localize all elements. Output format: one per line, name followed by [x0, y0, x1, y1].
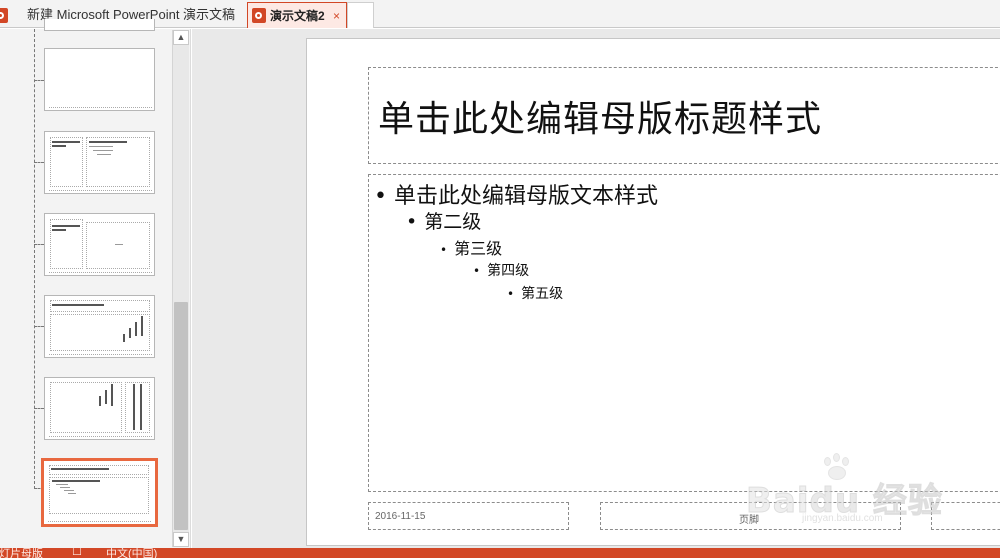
thumb-text-line [56, 484, 68, 485]
powerpoint-icon [252, 8, 266, 23]
new-tab-button[interactable] [347, 2, 374, 28]
thumb-text-line [111, 384, 113, 406]
thumb-text-line [105, 390, 107, 404]
bullet-dot-icon: • [406, 211, 418, 233]
thumb-text-line [52, 225, 80, 227]
bullet-dot-icon: • [507, 287, 515, 301]
layout-thumbnail-master-selected[interactable] [41, 458, 158, 527]
thumb-footer-line [49, 107, 152, 108]
notes-icon[interactable]: ☐ [72, 548, 82, 558]
status-bar: 幻灯片母版 ☐ 中文(中国) [0, 548, 1000, 558]
thumb-text-line [115, 244, 123, 245]
bullet-level-1-text: 单击此处编辑母版文本样式 [393, 184, 658, 209]
layout-thumbnail-comparison[interactable] [44, 131, 155, 194]
thumb-placeholder [86, 137, 150, 187]
layout-thumbnail-empty[interactable] [44, 48, 155, 111]
baidu-jingyan-watermark: Baidu 经验 jingyan.baidu.com [746, 453, 976, 524]
thumb-text-line [89, 146, 113, 147]
thumb-footer-line [49, 354, 152, 355]
tree-connector [34, 408, 44, 409]
tab-presentation-2[interactable]: 演示文稿2 × [247, 2, 347, 28]
layout-thumbnail-content-caption[interactable] [44, 213, 155, 276]
bullet-level-2-text: 第二级 [424, 211, 482, 233]
close-icon[interactable]: × [333, 3, 340, 29]
date-text: 2016-11-15 [375, 511, 426, 522]
thumb-text-line [60, 487, 70, 488]
thumb-text-line [123, 334, 125, 342]
thumb-text-line [129, 328, 131, 338]
layout-tree-line [34, 29, 35, 489]
thumb-footer-line [49, 436, 152, 437]
bullet-level-4[interactable]: • 第四级 [473, 260, 529, 280]
powerpoint-icon [0, 8, 8, 23]
thumb-placeholder [86, 222, 150, 269]
thumb-text-line [99, 396, 101, 406]
tree-connector [34, 80, 44, 81]
bullet-level-5-text: 第五级 [521, 286, 564, 302]
thumb-placeholder [49, 477, 149, 514]
bullet-dot-icon: • [374, 184, 387, 209]
thumb-footer-line [48, 521, 151, 522]
thumb-text-line [141, 316, 143, 336]
thumb-text-line [52, 229, 66, 231]
thumb-text-line [133, 384, 135, 430]
title-placeholder-text[interactable]: 单击此处编辑母版标题样式 [378, 90, 822, 142]
thumb-text-line [68, 493, 76, 494]
thumb-text-line [89, 141, 127, 143]
thumb-text-line [140, 384, 142, 430]
language-label[interactable]: 中文(中国) [106, 548, 157, 558]
scroll-up-icon[interactable]: ▲ [173, 30, 189, 45]
thumb-text-line [52, 304, 104, 306]
thumb-text-line [64, 490, 74, 491]
date-placeholder[interactable]: 2016-11-15 [368, 502, 569, 530]
tab-label: 演示文稿2 [270, 9, 325, 23]
bullet-dot-icon: • [440, 243, 448, 257]
body-placeholder[interactable]: • 单击此处编辑母版文本样式 • 第二级 • 第三级 • 第四级 • 第五级 [368, 174, 1000, 492]
scrollbar-thumb[interactable] [174, 302, 188, 530]
slide-thumbnail-partial[interactable] [44, 19, 155, 31]
tree-connector [34, 244, 44, 245]
layout-thumbnail-vertical-text[interactable] [44, 295, 155, 358]
tree-connector [34, 326, 44, 327]
thumb-text-line [135, 322, 137, 336]
bullet-level-5[interactable]: • 第五级 [507, 283, 563, 303]
bullet-level-4-text: 第四级 [487, 263, 530, 279]
thumbnail-scrollbar[interactable]: ▲ ▼ [172, 30, 189, 547]
view-mode-label: 幻灯片母版 [0, 548, 43, 558]
bullet-level-3-text: 第三级 [454, 239, 503, 258]
scroll-down-icon[interactable]: ▼ [173, 532, 189, 547]
thumb-text-line [52, 480, 100, 482]
thumb-text-line [51, 468, 109, 470]
thumb-text-line [93, 150, 113, 151]
thumb-text-line [52, 141, 80, 143]
thumb-text-line [97, 154, 111, 155]
thumb-footer-line [49, 190, 152, 191]
thumb-placeholder [125, 382, 150, 433]
slide-thumbnail-pane[interactable]: ▲ ▼ [0, 19, 191, 548]
bullet-level-2[interactable]: • 第二级 [406, 207, 481, 234]
bullet-dot-icon: • [473, 264, 481, 278]
thumb-placeholder [50, 300, 150, 312]
thumb-placeholder [49, 465, 149, 475]
thumb-text-line [52, 145, 66, 147]
thumb-footer-line [49, 272, 152, 273]
title-placeholder[interactable]: 单击此处编辑母版标题样式 [368, 67, 1000, 164]
layout-thumbnail-vertical-title[interactable] [44, 377, 155, 440]
watermark-url: jingyan.baidu.com [802, 513, 883, 524]
tree-connector [34, 162, 44, 163]
bullet-level-1[interactable]: • 单击此处编辑母版文本样式 [374, 178, 658, 210]
bullet-level-3[interactable]: • 第三级 [440, 235, 502, 259]
